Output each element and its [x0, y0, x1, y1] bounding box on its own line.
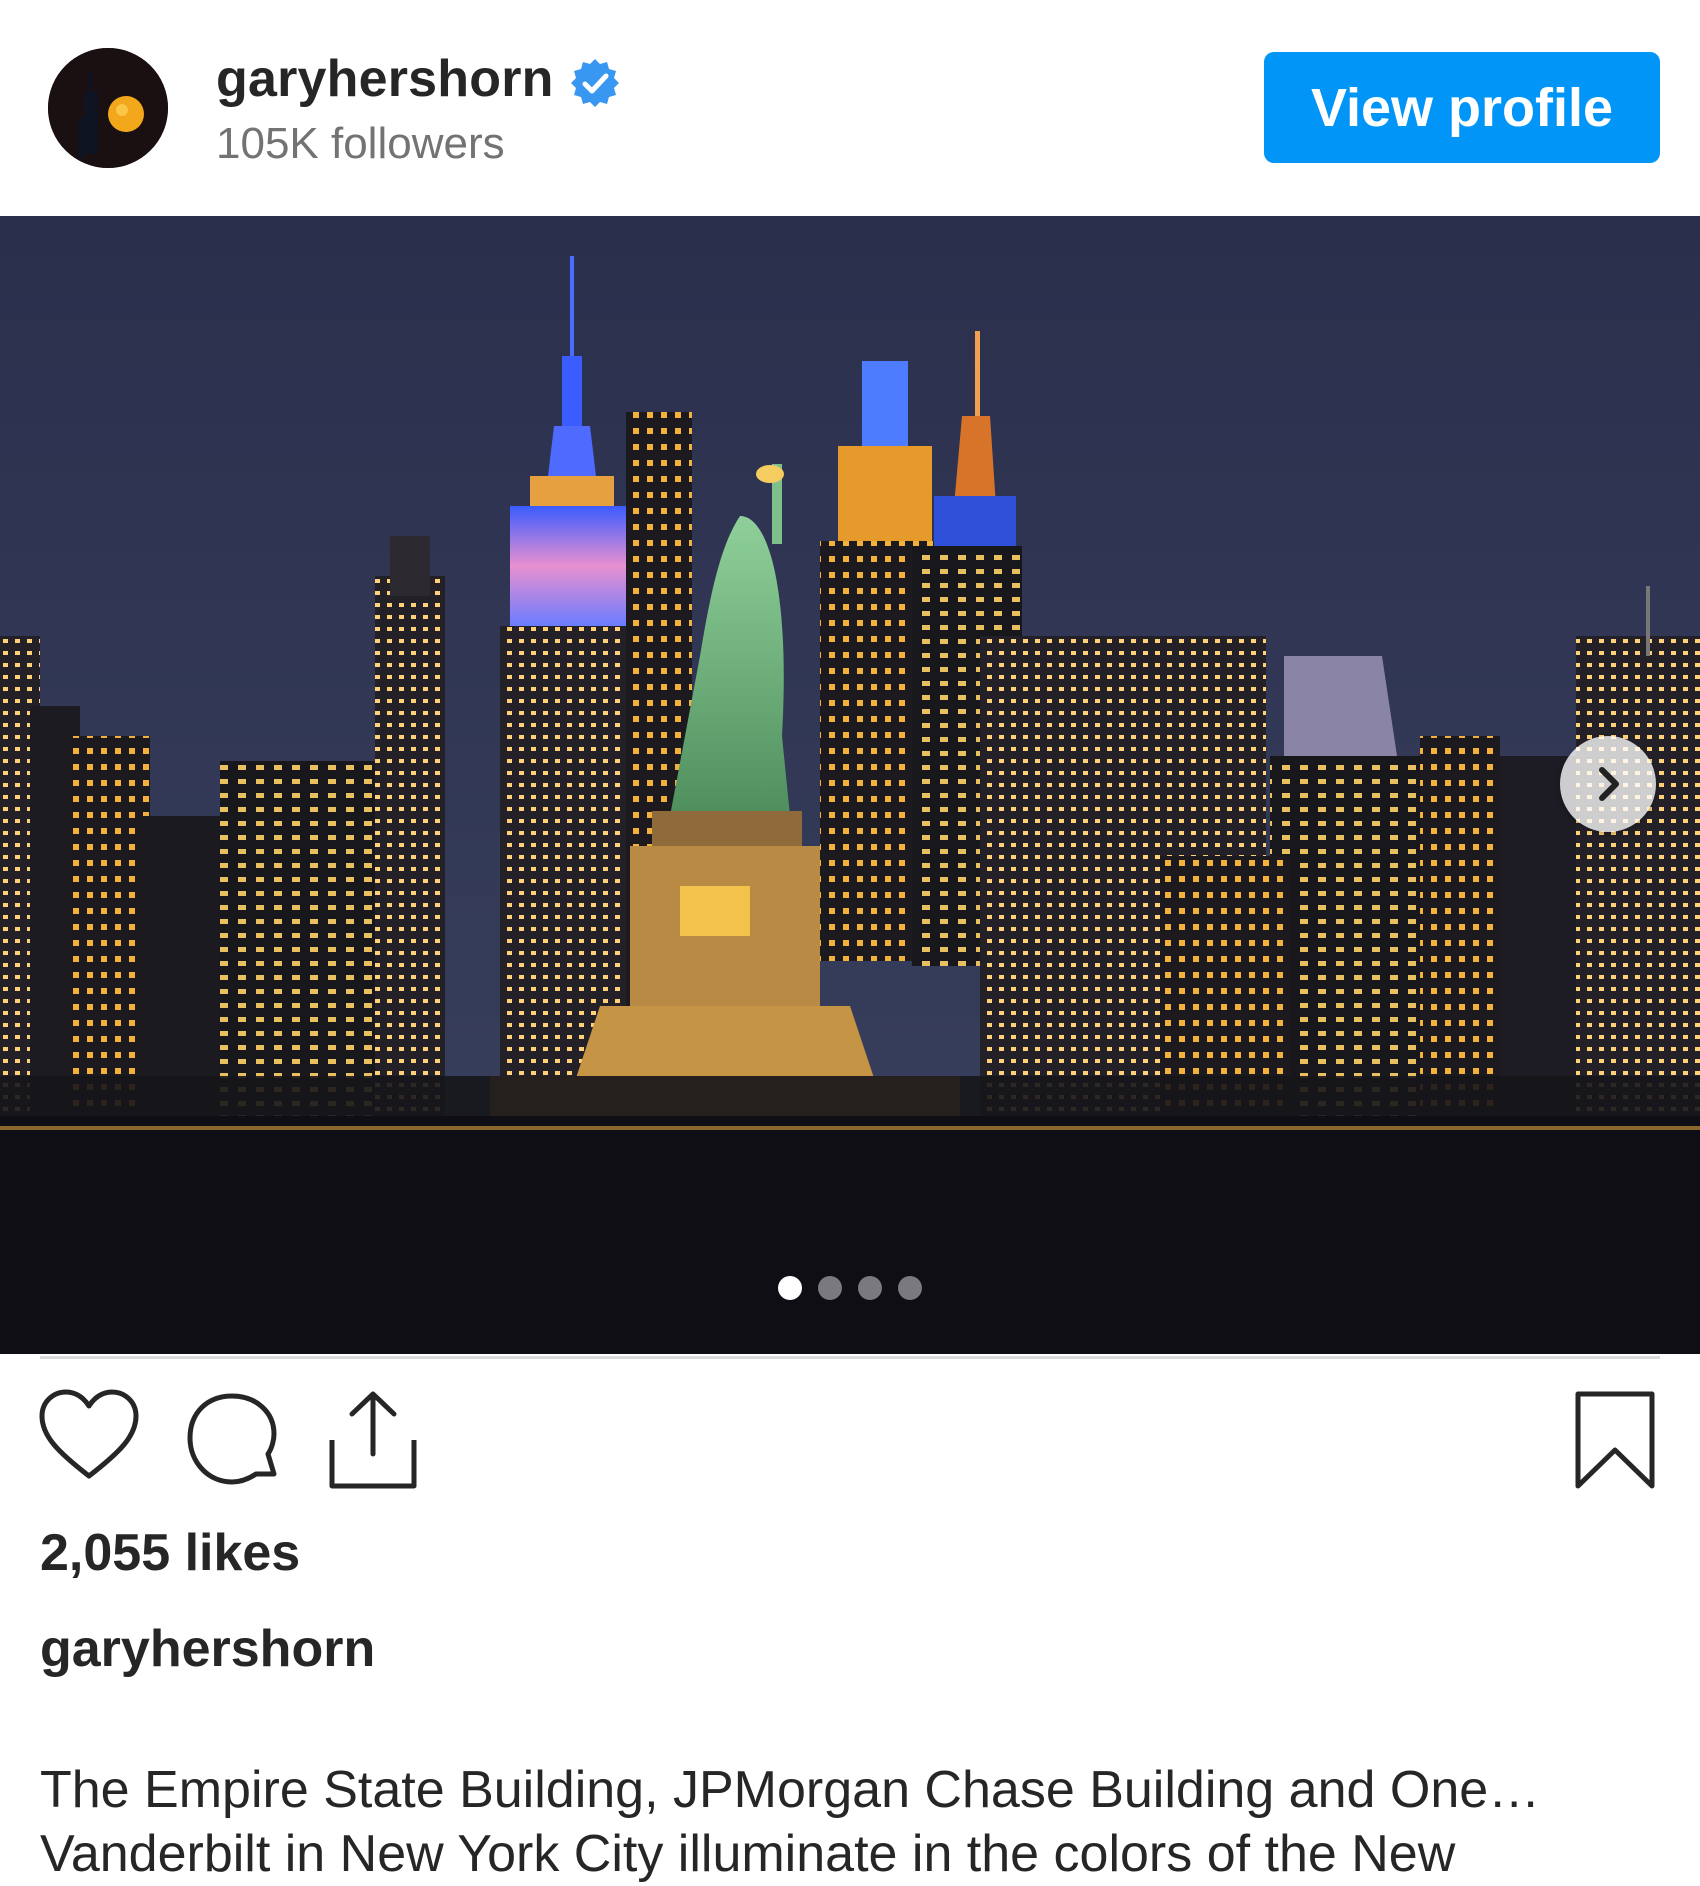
- avatar[interactable]: [48, 48, 168, 168]
- share-icon[interactable]: [326, 1388, 420, 1492]
- view-profile-button[interactable]: View profile: [1264, 52, 1660, 163]
- post-caption: The Empire State Building, JPMorgan Chas…: [40, 1758, 1660, 1886]
- carousel-indicator: [0, 1276, 1700, 1300]
- carousel-next-button[interactable]: [1560, 736, 1656, 832]
- caption-line-1: The Empire State Building, JPMorgan Chas…: [40, 1761, 1541, 1819]
- bookmark-icon[interactable]: [1572, 1388, 1658, 1492]
- carousel-dot-3[interactable]: [858, 1276, 882, 1300]
- city-skyline-image: [0, 216, 1700, 1354]
- avatar-image: [48, 48, 168, 168]
- chevron-right-icon: [1599, 767, 1619, 801]
- caption-line-2: Vanderbilt in New York City illuminate i…: [40, 1825, 1456, 1883]
- profile-username[interactable]: garyhershorn: [216, 44, 554, 114]
- post-image[interactable]: [0, 216, 1700, 1354]
- carousel-dot-4[interactable]: [898, 1276, 922, 1300]
- post-header: garyhershorn 105K followers View profile: [0, 0, 1700, 216]
- carousel-dot-2[interactable]: [818, 1276, 842, 1300]
- follower-count: 105K followers: [216, 119, 505, 168]
- caption-username[interactable]: garyhershorn: [40, 1614, 375, 1684]
- like-count[interactable]: 2,055 likes: [40, 1518, 300, 1588]
- verified-badge-icon: [571, 59, 619, 107]
- carousel-dot-1[interactable]: [778, 1276, 802, 1300]
- divider: [40, 1356, 1660, 1359]
- heart-icon[interactable]: [38, 1388, 140, 1484]
- comment-icon[interactable]: [182, 1390, 284, 1490]
